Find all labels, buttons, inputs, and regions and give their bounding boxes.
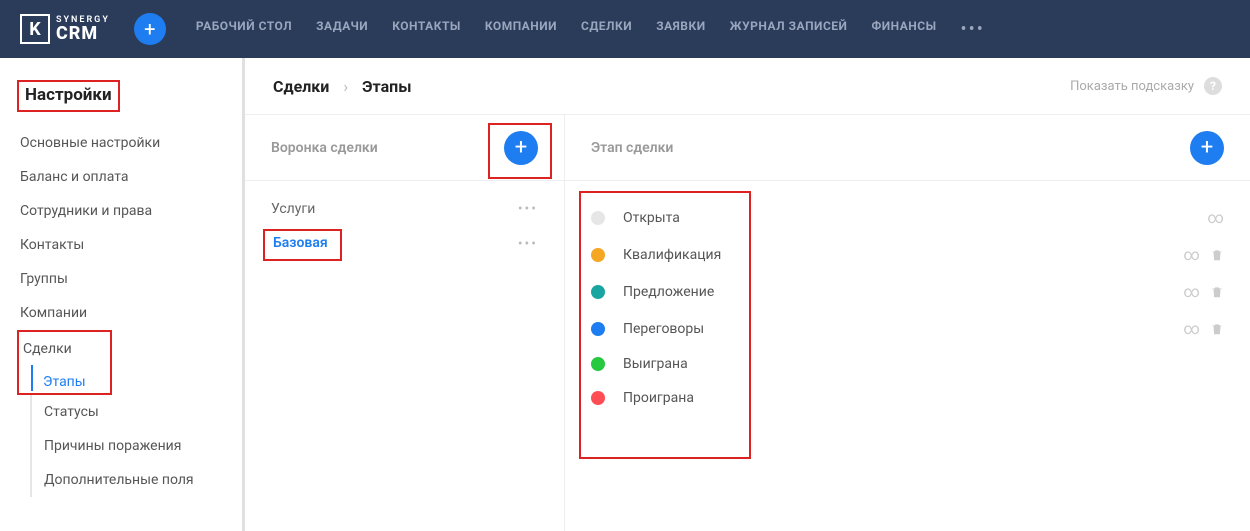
- sidebar-item-general[interactable]: Основные настройки: [0, 126, 242, 160]
- highlight-deals-group: Сделки Этапы: [17, 330, 112, 395]
- stage-list: Открыта∞Квалификация∞Предложение∞Перегов…: [565, 181, 1250, 433]
- stage-color-dot-icon: [591, 322, 605, 336]
- breadcrumb-root[interactable]: Сделки: [273, 77, 329, 96]
- funnel-more-icon[interactable]: •••: [518, 236, 538, 252]
- stage-name: Квалификация: [623, 247, 721, 263]
- logo[interactable]: K SYNERGY CRM: [20, 14, 110, 44]
- stage-row[interactable]: Открыта ∞: [591, 199, 1224, 236]
- sidebar-item-companies[interactable]: Компании: [0, 296, 242, 330]
- stage-name: Выиграна: [623, 356, 688, 372]
- infinity-icon[interactable]: ∞: [1208, 208, 1224, 227]
- funnels-column: Воронка сделки + Услуги ••• Базовая •••: [245, 115, 565, 531]
- funnel-more-icon[interactable]: •••: [518, 201, 538, 217]
- stage-actions: ∞: [1184, 282, 1224, 301]
- add-funnel-button[interactable]: +: [504, 131, 538, 165]
- infinity-icon[interactable]: ∞: [1184, 245, 1200, 264]
- top-nav: K SYNERGY CRM + РАБОЧИЙ СТОЛ ЗАДАЧИ КОНТ…: [0, 0, 1250, 58]
- sidebar-item-contacts[interactable]: Контакты: [0, 228, 242, 262]
- nav-more-icon[interactable]: •••: [961, 19, 985, 40]
- stages-header: Этап сделки +: [565, 115, 1250, 181]
- nav-item-tasks[interactable]: ЗАДАЧИ: [316, 19, 368, 40]
- global-add-button[interactable]: +: [134, 13, 166, 45]
- stage-color-dot-icon: [591, 211, 605, 225]
- trash-icon[interactable]: [1210, 285, 1224, 299]
- main-content: Сделки › Этапы Показать подсказку ? Воро…: [245, 58, 1250, 531]
- funnel-name[interactable]: Базовая: [273, 235, 328, 251]
- funnel-list: Услуги ••• Базовая •••: [245, 181, 564, 271]
- stage-color-dot-icon: [591, 248, 605, 262]
- content-header: Сделки › Этапы Показать подсказку ?: [245, 58, 1250, 115]
- infinity-icon[interactable]: ∞: [1184, 319, 1200, 338]
- stage-name: Предложение: [623, 284, 714, 300]
- nav-item-desktop[interactable]: РАБОЧИЙ СТОЛ: [196, 19, 292, 40]
- stage-color-dot-icon: [591, 391, 605, 405]
- funnels-title: Воронка сделки: [271, 140, 378, 156]
- funnel-name: Услуги: [271, 201, 315, 217]
- highlight-settings-title: Настройки: [17, 80, 120, 112]
- chevron-right-icon: ›: [343, 77, 348, 96]
- stage-row[interactable]: Квалификация ∞: [591, 236, 1224, 273]
- nav-item-companies[interactable]: КОМПАНИИ: [485, 19, 557, 40]
- highlight-active-funnel: Базовая: [263, 229, 342, 261]
- settings-sidebar: Настройки Основные настройки Баланс и оп…: [0, 58, 245, 531]
- stage-color-dot-icon: [591, 285, 605, 299]
- sidebar-sub-statuses[interactable]: Статусы: [30, 395, 242, 429]
- breadcrumb-leaf: Этапы: [362, 77, 411, 96]
- funnel-row-services[interactable]: Услуги •••: [245, 191, 564, 227]
- nav-item-journal[interactable]: ЖУРНАЛ ЗАПИСЕЙ: [730, 19, 848, 40]
- nav-item-deals[interactable]: СДЕЛКИ: [581, 19, 632, 40]
- stage-row[interactable]: Предложение ∞: [591, 273, 1224, 310]
- logo-text: SYNERGY CRM: [56, 16, 110, 43]
- stages-column: Этап сделки + Открыта∞Квалификация∞Предл…: [565, 115, 1250, 531]
- sidebar-item-deals[interactable]: Сделки: [19, 336, 110, 365]
- stages-title: Этап сделки: [591, 140, 673, 156]
- trash-icon[interactable]: [1210, 322, 1224, 336]
- sidebar-item-groups[interactable]: Группы: [0, 262, 242, 296]
- stage-actions: ∞: [1184, 245, 1224, 264]
- stage-name: Проиграна: [623, 390, 694, 406]
- nav-item-requests[interactable]: ЗАЯВКИ: [656, 19, 705, 40]
- sidebar-title: Настройки: [25, 85, 112, 105]
- stage-name: Переговоры: [623, 321, 704, 337]
- stage-name: Открыта: [623, 210, 680, 226]
- stage-row[interactable]: Выиграна: [591, 347, 1224, 381]
- nav-items: РАБОЧИЙ СТОЛ ЗАДАЧИ КОНТАКТЫ КОМПАНИИ СД…: [196, 19, 985, 40]
- stage-actions: ∞: [1184, 319, 1224, 338]
- sidebar-sub-stages[interactable]: Этапы: [31, 365, 110, 391]
- logo-mark-icon: K: [20, 14, 50, 44]
- funnels-header: Воронка сделки +: [245, 115, 564, 181]
- breadcrumb: Сделки › Этапы: [273, 77, 411, 96]
- stage-row[interactable]: Переговоры ∞: [591, 310, 1224, 347]
- stage-row[interactable]: Проиграна: [591, 381, 1224, 415]
- sidebar-sub-custom-fields[interactable]: Дополнительные поля: [30, 463, 242, 497]
- sidebar-item-staff[interactable]: Сотрудники и права: [0, 194, 242, 228]
- add-stage-button[interactable]: +: [1190, 131, 1224, 165]
- stage-color-dot-icon: [591, 357, 605, 371]
- show-hint-link[interactable]: Показать подсказку: [1070, 79, 1194, 94]
- stage-actions: ∞: [1208, 208, 1224, 227]
- infinity-icon[interactable]: ∞: [1184, 282, 1200, 301]
- sidebar-sub-loss-reasons[interactable]: Причины поражения: [30, 429, 242, 463]
- help-icon[interactable]: ?: [1204, 77, 1222, 95]
- nav-item-contacts[interactable]: КОНТАКТЫ: [392, 19, 461, 40]
- sidebar-item-balance[interactable]: Баланс и оплата: [0, 160, 242, 194]
- nav-item-finance[interactable]: ФИНАНСЫ: [871, 19, 936, 40]
- trash-icon[interactable]: [1210, 248, 1224, 262]
